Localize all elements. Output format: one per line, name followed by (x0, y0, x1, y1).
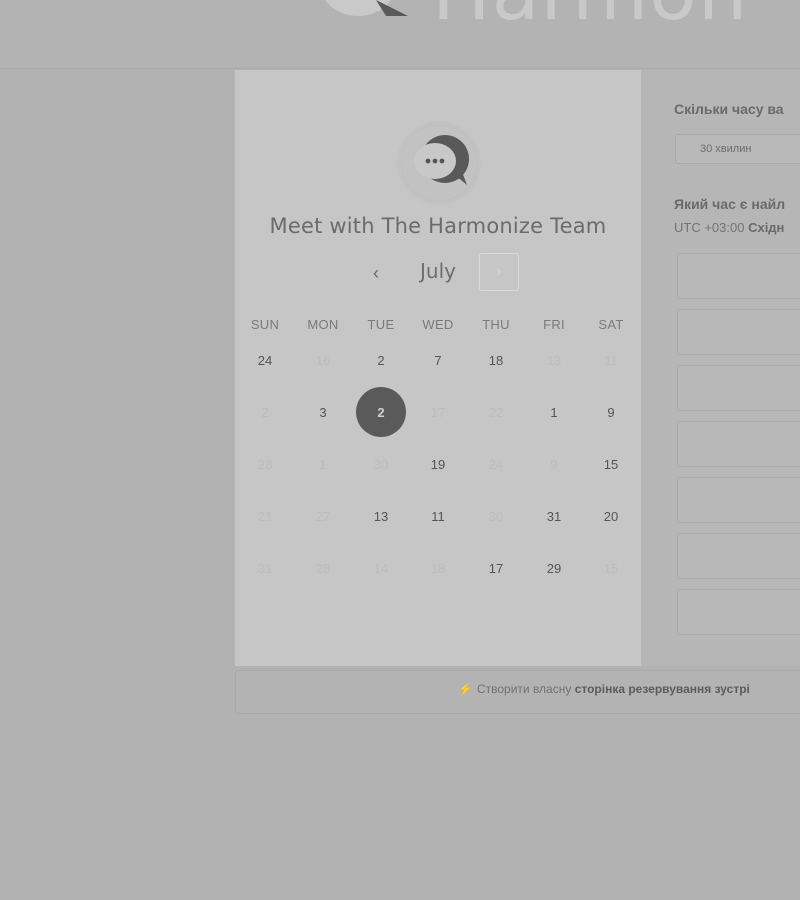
time-slot[interactable] (677, 477, 800, 523)
timezone-label: UTC +03:00 Східн (674, 220, 784, 235)
calendar-day: 21 (257, 508, 273, 524)
calendar-day: 16 (315, 352, 331, 368)
calendar-day[interactable]: 20 (586, 491, 636, 541)
harmonize-logo-icon (325, 0, 408, 16)
calendar-day: 9 (550, 456, 558, 472)
weekday-tue: TUE (367, 317, 395, 332)
calendar-day: 24 (488, 456, 504, 472)
calendar-day: 30 (373, 456, 389, 472)
time-slot[interactable] (677, 253, 800, 299)
next-month-button[interactable]: › (479, 253, 519, 291)
calendar-day[interactable]: 24 (240, 335, 290, 385)
calendar-day[interactable]: 19 (413, 439, 463, 489)
options-pane: Скільки часу ва 30 хвилин Який час є най… (641, 70, 800, 666)
wand-icon: ⚡ (458, 682, 473, 696)
chat-bubble-icon (397, 121, 481, 205)
calendar-day[interactable]: 7 (413, 335, 463, 385)
calendar-day: 2 (261, 404, 269, 420)
calendar-day: 28 (315, 560, 331, 576)
weekday-wed: WED (422, 317, 454, 332)
timezone-name: Східн (748, 220, 785, 235)
calendar-day: 11 (604, 352, 618, 368)
create-page-text: Створити власну (476, 682, 572, 696)
calendar-day[interactable]: 9 (586, 387, 636, 437)
create-page-banner: ⚡ Створити власну сторінка резервування з… (235, 670, 800, 714)
month-label: July (420, 259, 456, 283)
time-slot[interactable] (677, 365, 800, 411)
calendar-day: 1 (319, 456, 327, 472)
calendar-day: 14 (373, 560, 389, 576)
weekday-sat: SAT (598, 317, 624, 332)
time-slot[interactable] (677, 533, 800, 579)
calendar-day: 22 (488, 404, 504, 420)
calendar-day: 13 (546, 352, 562, 368)
calendar-day: 27 (315, 508, 331, 524)
calendar-day[interactable]: 2 (356, 335, 406, 385)
duration-question: Скільки часу ва (674, 101, 784, 117)
weekday-sun: SUN (250, 317, 280, 332)
timezone-offset: UTC +03:00 (674, 220, 745, 235)
calendar-day[interactable]: 31 (529, 491, 579, 541)
meeting-title: Meet with The Harmonize Team (269, 214, 607, 238)
prev-month-button[interactable]: ‹ (360, 257, 392, 289)
create-page-link[interactable]: ⚡ Створити власну сторінка резервування з… (458, 682, 750, 696)
weekday-header: SUN MON TUE WED THU FRI SAT (236, 317, 640, 335)
calendar-day: 18 (430, 560, 446, 576)
duration-option-30[interactable]: 30 хвилин (675, 134, 800, 164)
time-slot[interactable] (677, 309, 800, 355)
calendar-day[interactable]: 3 (298, 387, 348, 437)
calendar-day[interactable]: 11 (413, 491, 463, 541)
calendar-day: 28 (257, 456, 273, 472)
top-header: Harmon (0, 0, 800, 69)
calendar-day: 15 (603, 560, 619, 576)
calendar-day: 17 (430, 404, 446, 420)
calendar-day[interactable]: 1 (529, 387, 579, 437)
calendar-day[interactable]: 15 (586, 439, 636, 489)
calendar-day-selected[interactable]: 2 (356, 387, 406, 437)
time-question: Який час є найл (674, 196, 786, 212)
calendar-day[interactable]: 18 (471, 335, 521, 385)
calendar-day: 30 (488, 508, 504, 524)
weekday-fri: FRI (543, 317, 565, 332)
weekday-mon: MON (307, 317, 339, 332)
calendar-day: 31 (257, 560, 273, 576)
create-page-text-bold: сторінка резервування зустрі (574, 682, 750, 696)
time-slot[interactable] (677, 421, 800, 467)
brand-wordmark: Harmon (432, 0, 748, 32)
calendar-day[interactable]: 29 (529, 543, 579, 593)
calendar-day[interactable]: 13 (356, 491, 406, 541)
weekday-thu: THU (482, 317, 510, 332)
calendar-day[interactable]: 17 (471, 543, 521, 593)
time-slot[interactable] (677, 589, 800, 635)
